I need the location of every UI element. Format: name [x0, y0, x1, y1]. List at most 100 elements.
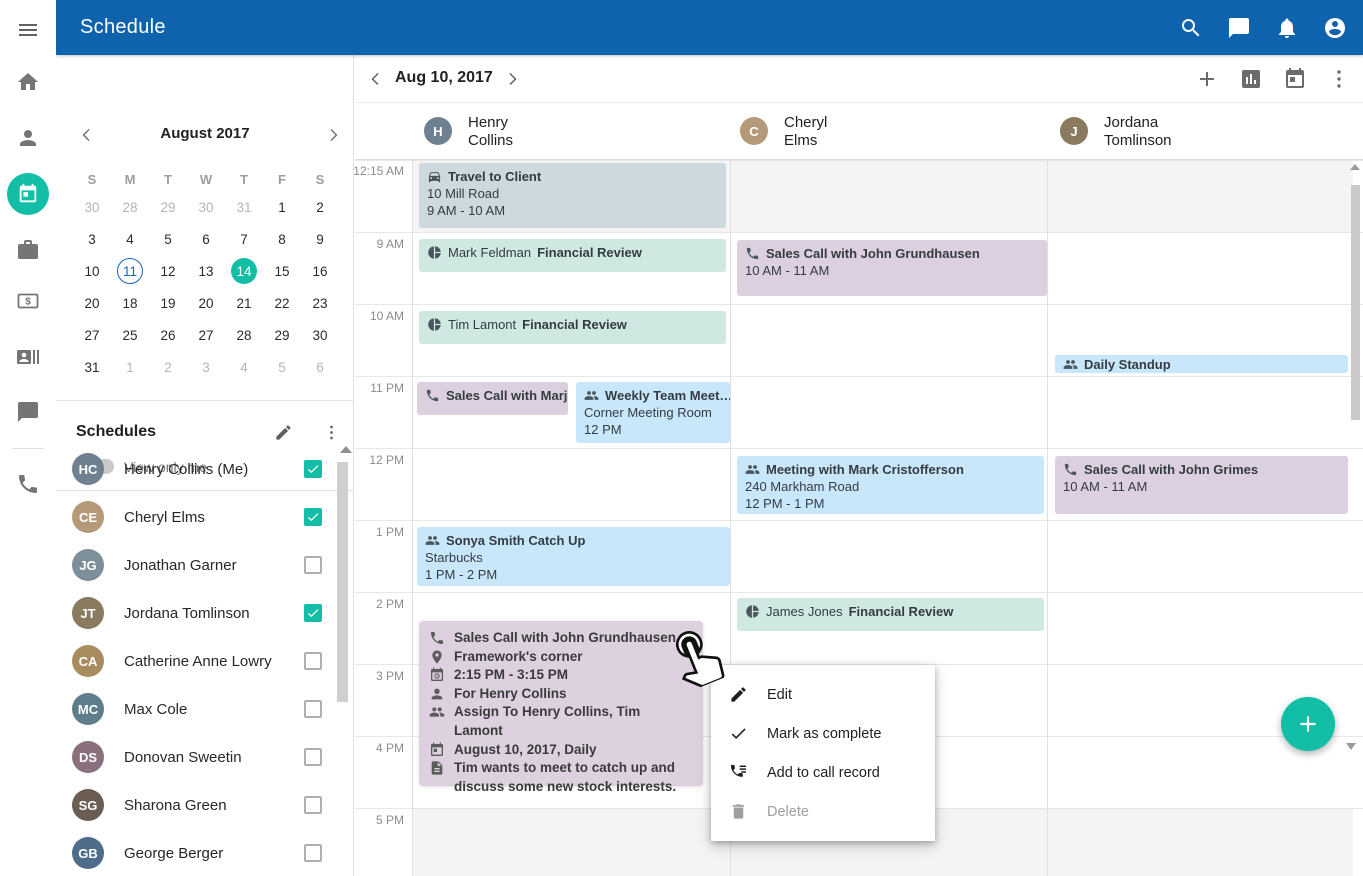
- day-cell[interactable]: 30: [73, 191, 111, 223]
- person-checkbox[interactable]: [304, 508, 322, 526]
- contact-cards-icon[interactable]: [16, 345, 40, 369]
- edit-schedules-icon[interactable]: [274, 423, 293, 442]
- scroll-down-icon[interactable]: [1346, 743, 1356, 750]
- column-header[interactable]: HenryCollins: [468, 114, 513, 150]
- mini-cal-next-icon[interactable]: [324, 126, 342, 144]
- day-cell[interactable]: 4: [225, 351, 263, 383]
- day-cell[interactable]: 29: [263, 319, 301, 351]
- menu-item-delete[interactable]: Delete: [711, 792, 935, 831]
- money-icon[interactable]: [16, 289, 40, 313]
- day-cell[interactable]: 26: [149, 319, 187, 351]
- person-checkbox[interactable]: [304, 604, 322, 622]
- day-cell[interactable]: 30: [301, 319, 339, 351]
- event-financial-review[interactable]: Mark Feldman Financial Review: [419, 239, 726, 272]
- day-cell[interactable]: 5: [149, 223, 187, 255]
- day-cell[interactable]: 19: [149, 287, 187, 319]
- day-cell[interactable]: 4: [111, 223, 149, 255]
- day-cell[interactable]: 15: [263, 255, 301, 287]
- day-cell[interactable]: 1: [111, 351, 149, 383]
- day-cell[interactable]: 27: [73, 319, 111, 351]
- person-checkbox[interactable]: [304, 460, 322, 478]
- column-header[interactable]: CherylElms: [784, 114, 827, 150]
- menu-item-edit[interactable]: Edit: [711, 675, 935, 714]
- day-cell[interactable]: 6: [301, 351, 339, 383]
- date-label[interactable]: Aug 10, 2017: [395, 69, 493, 87]
- person-checkbox[interactable]: [304, 844, 322, 862]
- event-travel-to-client[interactable]: Travel to Client 10 Mill Road 9 AM - 10 …: [419, 163, 726, 228]
- day-cell[interactable]: 7: [225, 223, 263, 255]
- day-cell[interactable]: 3: [187, 351, 225, 383]
- person-icon[interactable]: [16, 126, 40, 150]
- event-sales-call[interactable]: Sales Call with Marj…: [417, 382, 568, 415]
- schedules-more-icon[interactable]: [322, 423, 341, 442]
- day-cell[interactable]: 12: [149, 255, 187, 287]
- event-meeting[interactable]: Meeting with Mark Cristofferson 240 Mark…: [737, 456, 1044, 514]
- day-cell[interactable]: 21: [225, 287, 263, 319]
- day-cell[interactable]: 18: [111, 287, 149, 319]
- briefcase-icon[interactable]: [16, 238, 40, 262]
- event-daily-standup[interactable]: Daily Standup: [1055, 355, 1348, 373]
- list-item-person[interactable]: GB George Berger: [56, 829, 354, 876]
- day-cell[interactable]: 2: [149, 351, 187, 383]
- day-cell[interactable]: 6: [187, 223, 225, 255]
- day-cell[interactable]: 5: [263, 351, 301, 383]
- day-cell[interactable]: 20: [73, 287, 111, 319]
- day-cell[interactable]: 9: [301, 223, 339, 255]
- list-scroll-up-icon[interactable]: [340, 446, 352, 453]
- day-cell[interactable]: 8: [263, 223, 301, 255]
- day-cell[interactable]: 13: [187, 255, 225, 287]
- search-icon[interactable]: [1179, 16, 1203, 40]
- day-cell[interactable]: 1: [263, 191, 301, 223]
- list-item-person[interactable]: MC Max Cole: [56, 685, 354, 733]
- add-icon[interactable]: [1195, 67, 1219, 91]
- day-cell[interactable]: 27: [187, 319, 225, 351]
- list-item-person[interactable]: SG Sharona Green: [56, 781, 354, 829]
- chart-icon[interactable]: [1239, 67, 1263, 91]
- day-cell[interactable]: 23: [301, 287, 339, 319]
- event-financial-review[interactable]: James Jones Financial Review: [737, 598, 1044, 631]
- more-options-icon[interactable]: [1327, 67, 1351, 91]
- list-scrollbar-thumb[interactable]: [337, 462, 348, 702]
- day-cell[interactable]: 2: [301, 191, 339, 223]
- day-cell[interactable]: 29: [149, 191, 187, 223]
- notifications-icon[interactable]: [1275, 16, 1299, 40]
- chat-icon[interactable]: [1227, 16, 1251, 40]
- event-sales-call[interactable]: Sales Call with John Grimes 10 AM - 11 A…: [1055, 456, 1348, 514]
- next-day-icon[interactable]: [503, 70, 521, 88]
- hamburger-menu-icon[interactable]: [16, 18, 40, 42]
- home-icon[interactable]: [16, 70, 40, 94]
- list-item-person[interactable]: JT Jordana Tomlinson: [56, 589, 354, 637]
- day-cell[interactable]: 28: [225, 319, 263, 351]
- list-item-person[interactable]: CE Cheryl Elms: [56, 493, 354, 541]
- scroll-up-icon[interactable]: [1350, 164, 1360, 170]
- messages-icon[interactable]: [16, 400, 40, 424]
- list-item-person[interactable]: CA Catherine Anne Lowry: [56, 637, 354, 685]
- list-item-person[interactable]: DS Donovan Sweetin: [56, 733, 354, 781]
- day-cell[interactable]: 25: [111, 319, 149, 351]
- day-cell[interactable]: 28: [111, 191, 149, 223]
- person-checkbox[interactable]: [304, 652, 322, 670]
- nav-item-calendar-active[interactable]: [7, 173, 49, 215]
- day-cell[interactable]: 10: [73, 255, 111, 287]
- day-cell[interactable]: 20: [187, 287, 225, 319]
- menu-item-add-to-call-record[interactable]: Add to call record: [711, 753, 935, 792]
- person-checkbox[interactable]: [304, 700, 322, 718]
- scrollbar-thumb[interactable]: [1351, 185, 1360, 420]
- day-cell[interactable]: 16: [301, 255, 339, 287]
- person-checkbox[interactable]: [304, 556, 322, 574]
- phone-icon[interactable]: [16, 472, 40, 496]
- person-checkbox[interactable]: [304, 748, 322, 766]
- event-financial-review[interactable]: Tim Lamont Financial Review: [419, 311, 726, 344]
- account-icon[interactable]: [1323, 16, 1347, 40]
- person-checkbox[interactable]: [304, 796, 322, 814]
- event-weekly-team-meeting[interactable]: Weekly Team Meet… Corner Meeting Room 12…: [576, 382, 730, 443]
- day-cell-outlined[interactable]: 11: [111, 255, 149, 287]
- calendar-day-icon[interactable]: [1283, 67, 1307, 91]
- list-item-person[interactable]: JG Jonathan Garner: [56, 541, 354, 589]
- day-cell[interactable]: 31: [225, 191, 263, 223]
- day-cell[interactable]: 30: [187, 191, 225, 223]
- day-cell[interactable]: 3: [73, 223, 111, 255]
- prev-day-icon[interactable]: [367, 70, 385, 88]
- add-event-fab[interactable]: [1281, 697, 1335, 751]
- event-catch-up[interactable]: Sonya Smith Catch Up Starbucks 1 PM - 2 …: [417, 527, 730, 586]
